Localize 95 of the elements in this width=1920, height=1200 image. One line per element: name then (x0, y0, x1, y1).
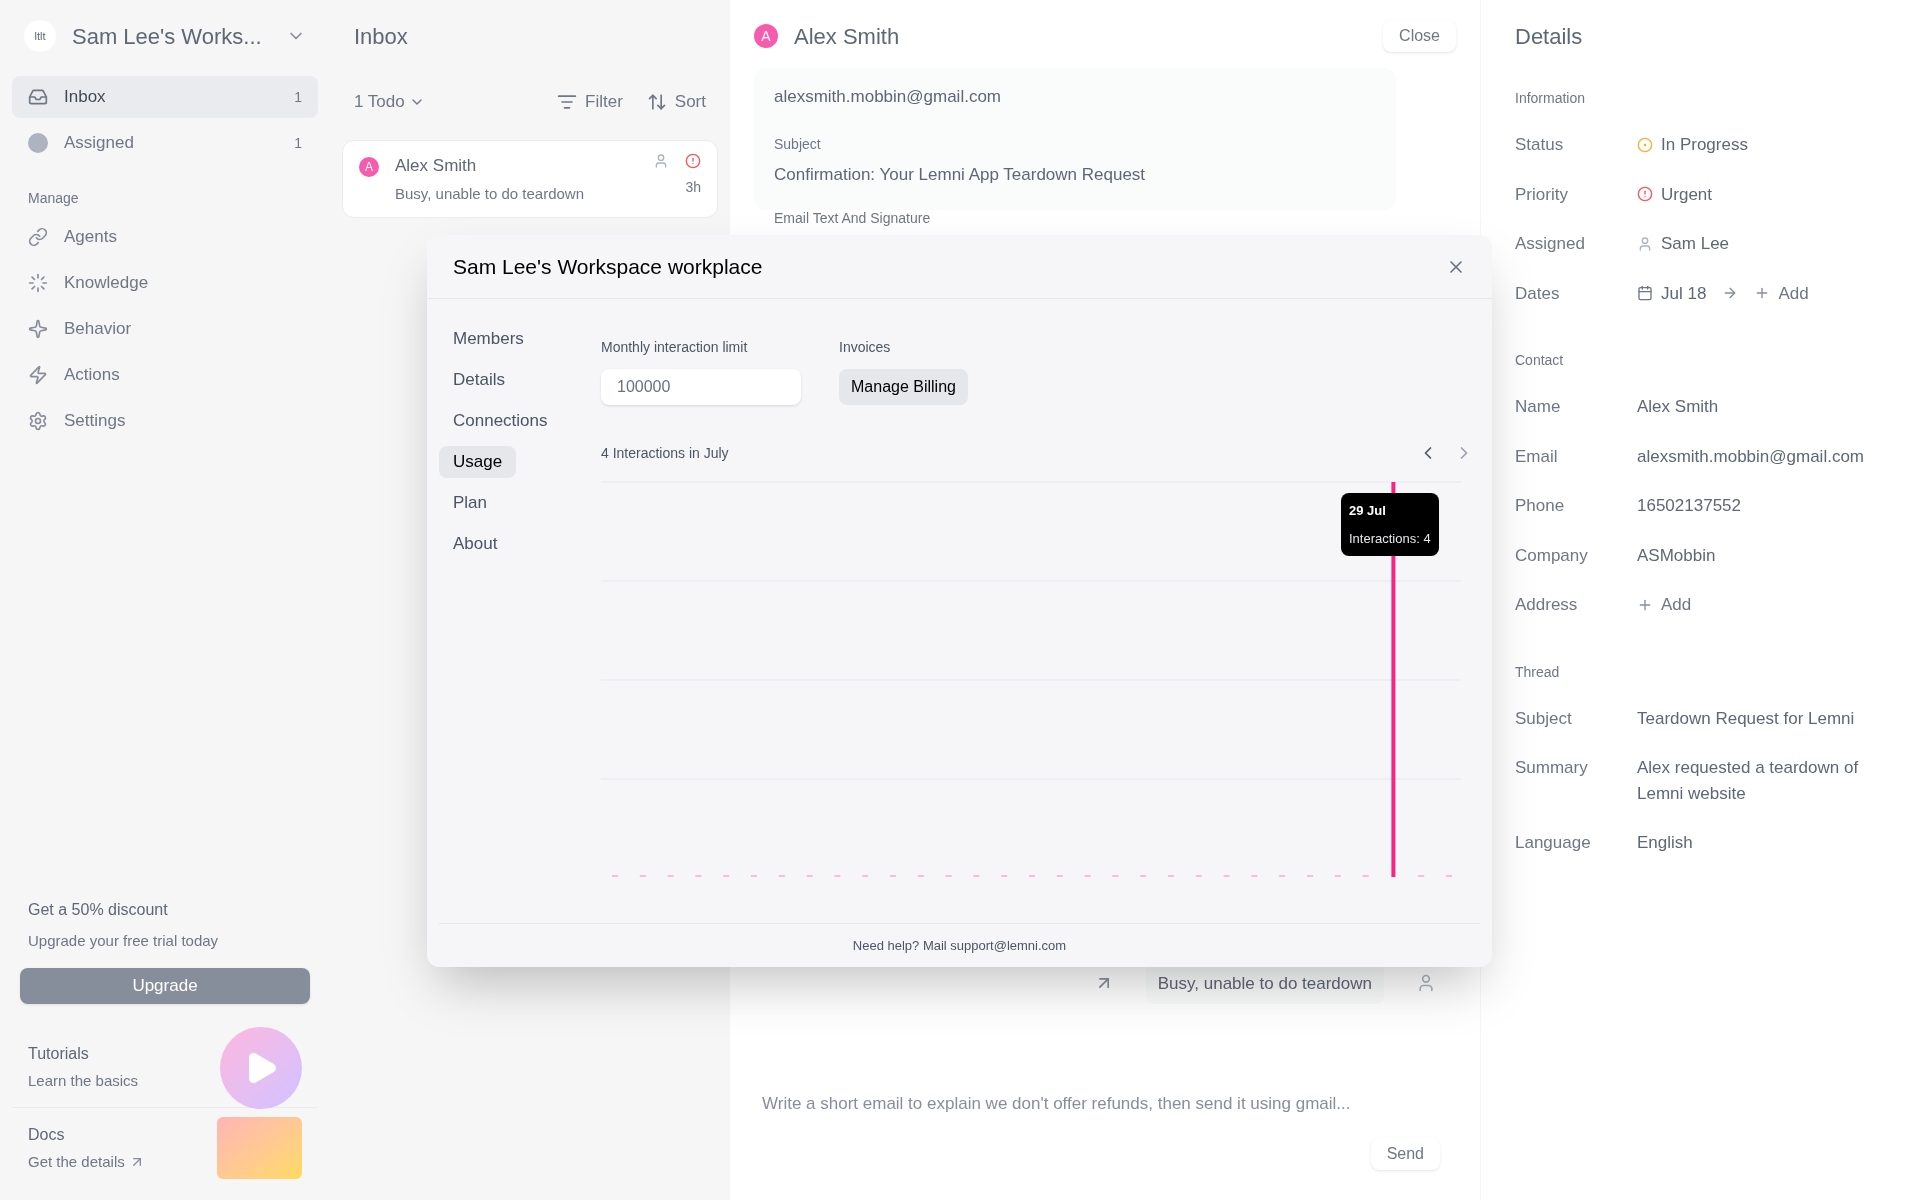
filter-icon (557, 92, 578, 112)
sidebar-item[interactable]: Assigned 1 (12, 122, 318, 164)
settings-tab[interactable]: Connections (439, 405, 562, 437)
date-value[interactable]: Jul 18 (1661, 280, 1707, 306)
detail-label: Company (1515, 544, 1589, 567)
field-label: Email Text And Signature (774, 210, 932, 226)
person-icon (653, 153, 669, 169)
detail-label: Phone (1515, 495, 1566, 517)
inbox-title: Inbox (353, 22, 409, 51)
docs-link[interactable]: Get the details (28, 1150, 125, 1174)
settings-tab[interactable]: Members (439, 323, 538, 355)
bolt-icon (28, 365, 48, 385)
assignee-value[interactable]: Sam Lee (1661, 231, 1730, 257)
person-icon (1637, 235, 1653, 252)
subject-text: Confirmation: Your Lemni App Teardown Request (774, 163, 1147, 186)
limit-input[interactable]: 100000 (601, 369, 801, 405)
settings-icon (28, 411, 48, 431)
dotted-circle-icon (28, 273, 48, 293)
detail-value: Teardown Request for Lemni (1637, 708, 1855, 728)
help-text: Need help? Mail support@lemni.com (852, 936, 1067, 955)
filter-button[interactable]: Filter (557, 89, 623, 115)
sort-icon (646, 92, 667, 112)
tutorials-subtitle: Learn the basics (28, 1071, 140, 1092)
detail-label: Address (1515, 594, 1579, 616)
detail-value: alexsmith.mobbin@gmail.com (1637, 446, 1864, 466)
sort-button[interactable]: Sort (646, 89, 706, 115)
avatar: A (754, 24, 778, 48)
person-icon (1416, 973, 1436, 994)
sidebar-item[interactable]: Agents (12, 216, 318, 258)
promo-title: Get a 50% discount (28, 899, 169, 920)
section-heading: Contact (1515, 351, 1565, 370)
settings-tab[interactable]: Usage (439, 446, 517, 478)
calendar-icon (1637, 285, 1653, 302)
detail-label: Language (1515, 832, 1592, 854)
docs-title[interactable]: Docs (28, 1122, 217, 1147)
conversation-item[interactable]: A Alex Smith Busy, unable to do teardown 3h (342, 140, 718, 218)
status-filter-dropdown[interactable]: 1 Todo (354, 89, 425, 115)
section-heading: Information (1515, 89, 1587, 108)
message-preview: Busy, unable to do teardown (395, 183, 586, 204)
upgrade-button[interactable]: Upgrade (20, 968, 310, 1004)
section-heading: Manage (27, 189, 80, 208)
workspace-logo: ltlt (24, 20, 56, 52)
close-button[interactable]: Close (1383, 20, 1456, 52)
detail-value: ASMobbin (1637, 545, 1716, 565)
field-label: Invoices (839, 338, 892, 357)
priority-value[interactable]: Urgent (1661, 181, 1713, 207)
tooltip-date: 29 Jul (1349, 502, 1387, 520)
tutorials-title[interactable]: Tutorials (28, 1042, 220, 1067)
item-count: 1 (294, 88, 302, 107)
chart-title: 4 Interactions in July (601, 444, 730, 463)
sidebar-item[interactable]: Behavior (12, 308, 318, 350)
link-icon (28, 227, 48, 247)
detail-label: Email (1515, 445, 1559, 468)
dialog-title: Sam Lee's Workspace workplace (453, 253, 764, 280)
sidebar-item[interactable]: Inbox 1 (12, 76, 318, 118)
time-label: 3h (685, 178, 701, 197)
workspace-name[interactable]: Sam Lee's Works... (72, 19, 270, 53)
settings-tab[interactable]: About (439, 528, 512, 560)
field-label: Subject (774, 134, 822, 154)
promo-subtitle: Upgrade your free trial today (28, 930, 220, 951)
avatar: A (359, 157, 379, 177)
sidebar-item[interactable]: Settings (12, 400, 318, 442)
alert-icon (1637, 186, 1653, 203)
detail-label: Summary (1515, 757, 1589, 779)
settings-tab[interactable]: Plan (439, 487, 502, 519)
sidebar-item[interactable]: Actions (12, 354, 318, 396)
detail-value: Alex Smith (1637, 397, 1719, 416)
detail-label: Subject (1515, 707, 1573, 730)
sparkle-icon (28, 319, 48, 339)
manage-billing-button[interactable]: Manage Billing (839, 369, 968, 405)
alert-icon (685, 153, 701, 169)
inbox-icon (28, 87, 48, 107)
detail-label: Assigned (1515, 233, 1586, 255)
detail-value: English (1637, 833, 1693, 852)
detail-value: Alex requested a teardown of Lemni website (1637, 758, 1859, 803)
item-count: 1 (294, 134, 302, 153)
settings-tab[interactable]: Details (439, 364, 519, 396)
section-heading: Thread (1515, 662, 1561, 682)
detail-label: Status (1515, 134, 1565, 156)
sidebar-item[interactable]: Knowledge (12, 262, 318, 304)
detail-value: 16502137552 (1637, 496, 1741, 515)
add-link[interactable]: Add (1661, 592, 1692, 618)
tooltip-value: Interactions: 4 (1349, 529, 1431, 548)
details-title: Details (1515, 22, 1584, 51)
detail-label: Priority (1515, 183, 1569, 206)
field-label: Monthly interaction limit (601, 338, 749, 357)
add-date-link[interactable]: Add (1778, 280, 1809, 306)
composer-field[interactable]: Write a short email to explain we don't offer refunds, then send it using gmail... (754, 1084, 1456, 1124)
recipient-email: alexsmith.mobbin@gmail.com (774, 86, 1002, 108)
detail-label: Name (1515, 396, 1562, 418)
send-button[interactable]: Send (1370, 1138, 1440, 1170)
status-value[interactable]: In Progress (1661, 132, 1748, 158)
contact-name: Alex Smith (794, 22, 901, 51)
sender-name: Alex Smith (395, 155, 478, 177)
detail-label: Dates (1515, 282, 1561, 305)
